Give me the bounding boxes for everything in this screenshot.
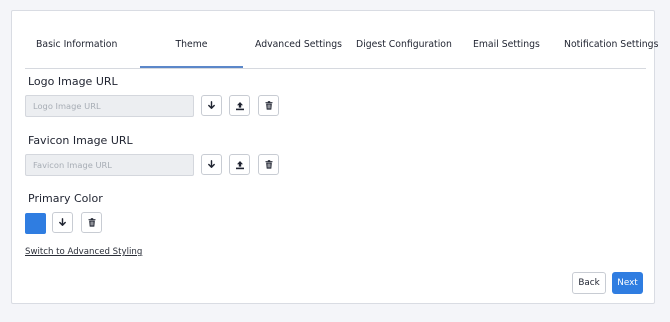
primary-color-download-button[interactable] xyxy=(52,212,73,233)
download-icon xyxy=(208,101,215,109)
primary-color-label: Primary Color xyxy=(28,192,103,205)
tab-notification-settings[interactable]: Notification Settings xyxy=(564,35,658,68)
tab-email-settings[interactable]: Email Settings xyxy=(473,35,540,68)
back-button[interactable]: Back xyxy=(572,272,606,294)
tab-digest-configuration[interactable]: Digest Configuration xyxy=(356,35,452,68)
logo-upload-button[interactable] xyxy=(229,95,250,116)
next-button[interactable]: Next xyxy=(612,272,643,294)
tab-advanced-settings[interactable]: Advanced Settings xyxy=(255,35,342,68)
favicon-upload-button[interactable] xyxy=(229,154,250,175)
download-icon xyxy=(59,218,66,226)
tab-theme[interactable]: Theme xyxy=(140,35,243,68)
upload-icon xyxy=(235,160,244,169)
favicon-delete-button[interactable] xyxy=(258,154,279,175)
trash-icon xyxy=(265,160,272,169)
logo-download-button[interactable] xyxy=(201,95,222,116)
upload-icon xyxy=(235,101,244,110)
trash-icon xyxy=(88,218,95,227)
favicon-download-button[interactable] xyxy=(201,154,222,175)
logo-url-input[interactable] xyxy=(25,95,194,117)
switch-to-advanced-styling-link[interactable]: Switch to Advanced Styling xyxy=(25,247,142,257)
download-icon xyxy=(208,160,215,168)
logo-url-label: Logo Image URL xyxy=(28,75,118,88)
logo-delete-button[interactable] xyxy=(258,95,279,116)
trash-icon xyxy=(265,101,272,110)
primary-color-swatch[interactable] xyxy=(25,213,46,234)
theme-settings-card: Basic Information Theme Advanced Setting… xyxy=(11,10,658,304)
tab-basic-information[interactable]: Basic Information xyxy=(36,35,117,68)
settings-tabs: Basic Information Theme Advanced Setting… xyxy=(25,35,658,69)
favicon-url-input[interactable] xyxy=(25,154,194,176)
primary-color-delete-button[interactable] xyxy=(81,212,102,233)
favicon-url-label: Favicon Image URL xyxy=(28,134,133,147)
